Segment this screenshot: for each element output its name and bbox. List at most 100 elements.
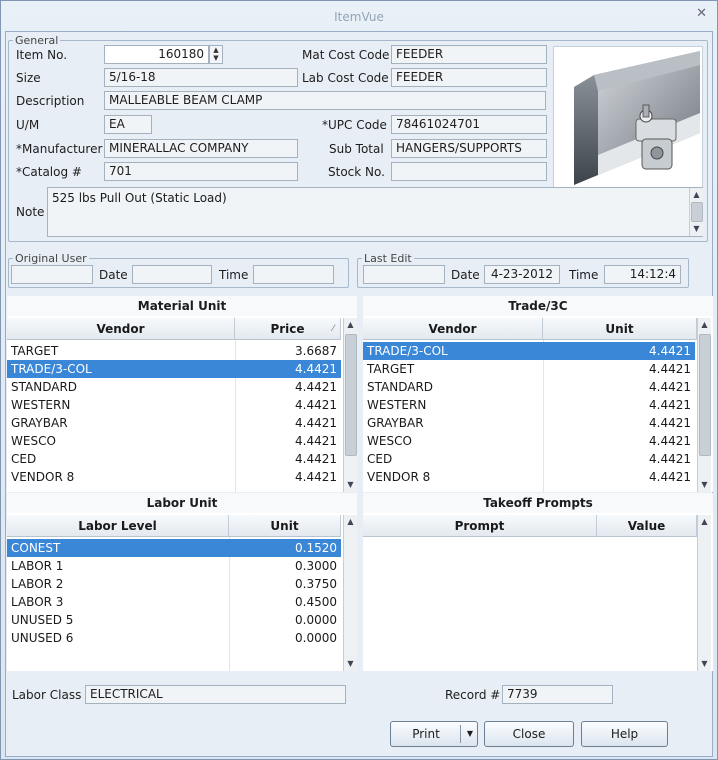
general-legend: General [15,34,59,47]
lab-cost-code-label: Lab Cost Code [302,71,389,85]
sort-icon: ⁄ [332,324,334,334]
table-row[interactable]: LABOR 2 0.3750 [7,575,341,593]
table-row[interactable]: LABOR 1 0.3000 [7,557,341,575]
material-vendor-header[interactable]: Vendor [7,318,235,340]
table-row[interactable]: TRADE/3-COL 4.4421 [363,342,695,360]
scroll-up-icon[interactable]: ▲ [344,318,357,332]
row-name-cell: UNUSED 5 [11,613,74,627]
record-label: Record # [445,688,501,702]
last-edit-user-field[interactable] [363,265,445,284]
row-value-cell: 4.4421 [649,398,691,412]
um-label: U/M [16,118,40,132]
row-value-cell: 4.4421 [649,434,691,448]
description-label: Description [16,94,85,108]
note-scroll-thumb[interactable] [691,202,703,222]
upc-code-field[interactable]: 78461024701 [391,115,547,134]
original-date-field[interactable] [132,265,212,284]
sub-total-label: Sub Total [329,142,384,156]
scroll-up-icon[interactable]: ▲ [690,188,703,202]
row-value-cell: 0.3000 [295,559,337,573]
table-row[interactable]: LABOR 3 0.4500 [7,593,341,611]
table-row[interactable]: GRAYBAR 4.4421 [7,414,341,432]
table-row[interactable]: WESTERN 4.4421 [363,396,695,414]
labor-unit-panel: Labor Unit Labor Level Unit CONEST 0.1520… [7,493,357,671]
table-row[interactable]: TRADE/3-COL 4.4421 [7,360,341,378]
labor-unit-header[interactable]: Unit [229,515,341,537]
scroll-up-icon[interactable]: ▲ [698,318,711,332]
last-edit-date-field[interactable]: 4-23-2012 [484,265,560,284]
takeoff-panel: Takeoff Prompts Prompt Value ▲ ▼ [363,493,713,671]
original-user-field[interactable] [11,265,93,284]
chevron-up-icon[interactable]: ▲ [210,46,222,54]
print-button[interactable]: Print ▼ [390,721,478,747]
stock-no-field[interactable] [391,162,547,181]
table-row[interactable]: TARGET 4.4421 [363,360,695,378]
close-button[interactable]: Close [484,721,574,747]
scroll-down-icon[interactable]: ▼ [698,478,711,492]
row-name-cell: CED [367,452,393,466]
table-row[interactable]: WESCO 4.4421 [363,432,695,450]
description-field[interactable]: MALLEABLE BEAM CLAMP [104,91,546,110]
trade-scrollbar[interactable]: ▲ ▼ [697,318,711,492]
original-user-legend: Original User [15,252,87,265]
row-value-cell: 4.4421 [295,380,337,394]
table-row[interactable]: UNUSED 5 0.0000 [7,611,341,629]
table-row[interactable]: WESCO 4.4421 [7,432,341,450]
table-row[interactable]: WESTERN 4.4421 [7,396,341,414]
table-row[interactable]: STANDARD 4.4421 [363,378,695,396]
row-value-cell: 4.4421 [649,362,691,376]
material-scrollbar[interactable]: ▲ ▼ [343,318,357,492]
row-name-cell: TARGET [11,344,59,358]
original-time-field[interactable] [253,265,334,284]
catalog-field[interactable]: 701 [104,162,298,181]
scroll-down-icon[interactable]: ▼ [690,222,703,236]
labor-scrollbar[interactable]: ▲ ▼ [343,515,357,671]
table-row[interactable]: STANDARD 4.4421 [7,378,341,396]
table-row[interactable]: TARGET 3.6687 [7,342,341,360]
chevron-down-icon[interactable]: ▼ [210,54,222,62]
scroll-up-icon[interactable]: ▲ [344,515,357,529]
note-scrollbar[interactable]: ▲ ▼ [689,188,703,236]
scroll-down-icon[interactable]: ▼ [344,657,357,671]
trade-scroll-thumb[interactable] [699,334,711,456]
title-bar[interactable]: ItemVue ✕ [1,1,717,33]
lab-cost-code-field[interactable]: FEEDER [391,68,547,87]
itemvue-window: ItemVue ✕ General Item No. 160180 ▲ ▼ Siz… [0,0,718,760]
um-field[interactable]: EA [104,115,152,134]
close-icon[interactable]: ✕ [696,6,707,21]
caret-down-icon[interactable]: ▼ [467,722,473,746]
table-row[interactable]: UNUSED 6 0.0000 [7,629,341,647]
table-row[interactable]: VENDOR 8 4.4421 [7,468,341,486]
scroll-down-icon[interactable]: ▼ [698,657,711,671]
row-value-cell: 3.6687 [295,344,337,358]
record-field[interactable]: 7739 [502,685,613,704]
table-row[interactable]: CED 4.4421 [7,450,341,468]
sub-total-field[interactable]: HANGERS/SUPPORTS [391,139,547,158]
takeoff-scrollbar[interactable]: ▲ ▼ [697,515,711,671]
material-scroll-thumb[interactable] [345,334,357,456]
labor-class-field[interactable]: ELECTRICAL [85,685,346,704]
mat-cost-code-field[interactable]: FEEDER [391,45,547,64]
scroll-down-icon[interactable]: ▼ [344,478,357,492]
last-edit-time-field[interactable]: 14:12:4 [604,265,681,284]
material-price-header[interactable]: Price ⁄ [235,318,341,340]
scroll-up-icon[interactable]: ▲ [698,515,711,529]
trade-vendor-header[interactable]: Vendor [363,318,543,340]
labor-level-header[interactable]: Labor Level [7,515,229,537]
table-row[interactable]: VENDOR 8 4.4421 [363,468,695,486]
item-no-field[interactable]: 160180 [104,45,209,64]
manufacturer-field[interactable]: MINERALLAC COMPANY [104,139,298,158]
table-row[interactable]: GRAYBAR 4.4421 [363,414,695,432]
item-no-stepper[interactable]: ▲ ▼ [209,45,223,64]
table-row[interactable]: CED 4.4421 [363,450,695,468]
help-button[interactable]: Help [581,721,668,747]
table-row[interactable]: CONEST 0.1520 [7,539,341,557]
print-button-label: Print [412,727,440,741]
takeoff-prompt-header[interactable]: Prompt [363,515,597,537]
takeoff-value-header[interactable]: Value [597,515,697,537]
row-value-cell: 4.4421 [295,416,337,430]
size-field[interactable]: 5/16-18 [104,68,298,87]
note-field[interactable]: 525 lbs Pull Out (Static Load) [47,187,703,237]
trade-unit-header[interactable]: Unit [543,318,697,340]
original-time-label: Time [219,268,249,282]
